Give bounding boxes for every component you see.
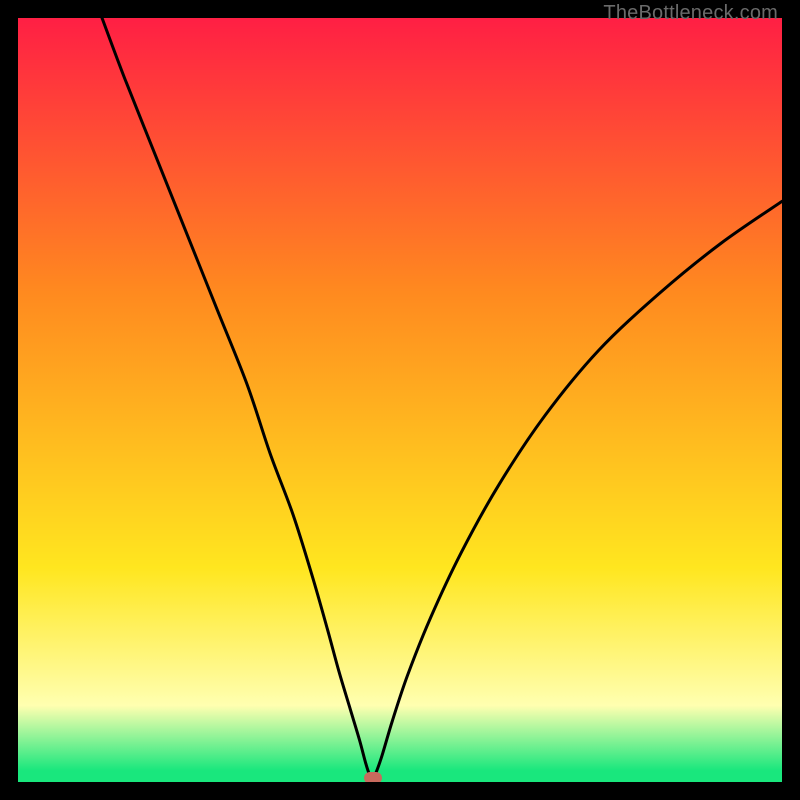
optimum-marker xyxy=(364,772,382,782)
watermark-text: TheBottleneck.com xyxy=(603,2,778,25)
plot-area xyxy=(18,18,782,782)
bottleneck-curve xyxy=(18,18,782,782)
chart-stage: TheBottleneck.com xyxy=(0,0,800,800)
